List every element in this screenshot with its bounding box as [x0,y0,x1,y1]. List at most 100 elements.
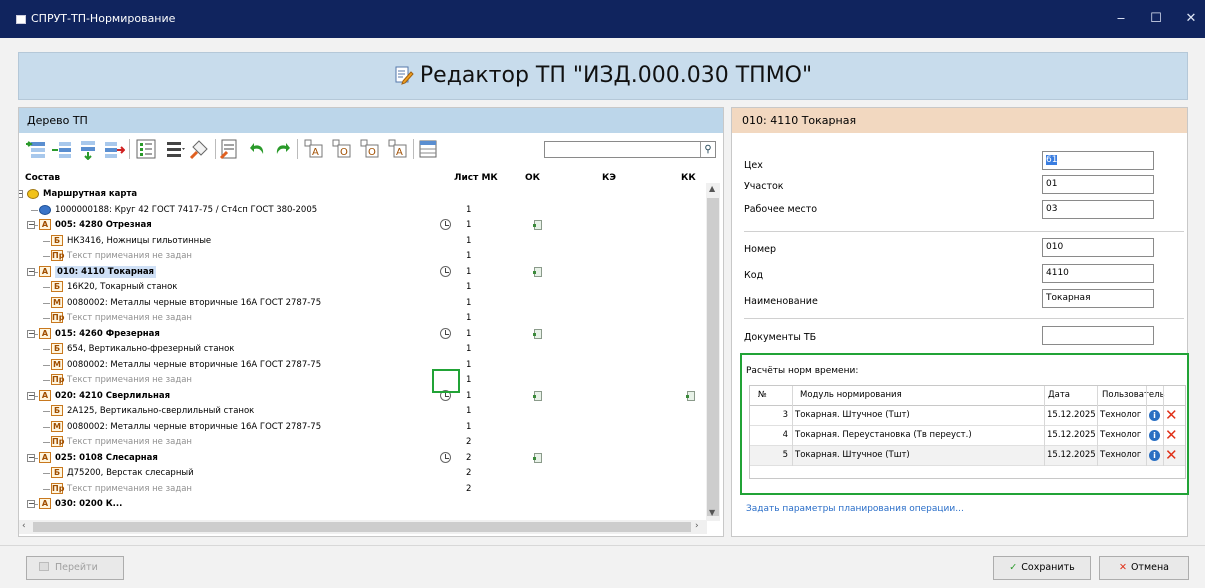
tree-row[interactable]: М 0080002: Металлы черные вторичные 16А Г… [19,358,709,371]
tree-row[interactable]: Пр Текст примечания не задан 2 [19,482,709,495]
node-type-badge-icon: М [51,296,63,308]
scroll-up-icon[interactable]: ▲ [709,184,715,193]
scroll-right-icon[interactable]: › [695,521,699,531]
collapse-toggle-icon[interactable]: − [27,267,35,276]
ok-document-icon[interactable] [533,452,542,463]
scroll-down-icon[interactable]: ▼ [709,508,715,517]
ok-document-icon[interactable] [533,220,542,230]
text-a-icon[interactable]: А [303,138,325,160]
number-field[interactable]: 010 [1042,238,1154,257]
goto-button[interactable]: Перейти [26,556,124,580]
tree-row[interactable]: М 0080002: Металлы черные вторичные 16А Г… [19,420,709,433]
cancel-button[interactable]: ✕ Отмена [1099,556,1189,580]
norm-row[interactable]: 4 Токарная. Переустановка (Тв переуст.) 15… [750,426,1185,446]
text-o2-icon[interactable]: О [359,138,381,160]
menu-dropdown-icon[interactable] [165,138,187,160]
tree-row[interactable]: 1000000188: Круг 42 ГОСТ 7417-75 / Ст4сп… [19,204,709,216]
node-type-badge-icon: Пр [51,482,65,494]
tree-row[interactable]: − А 025: 0108 Слесарная 2 [19,451,709,464]
planning-parameters-link[interactable]: Задать параметры планирования операции..… [746,504,964,514]
tree-row[interactable]: Б НК3416, Ножницы гильотинные 1 [19,234,709,247]
node-type-badge-icon: Пр [51,374,65,385]
norm-clock-icon[interactable] [440,451,451,463]
ok-document-icon[interactable] [533,328,542,339]
workplace-field[interactable]: 03 [1042,200,1154,219]
norm-row[interactable]: 3 Токарная. Штучное (Тшт) 15.12.2025 Технол… [750,406,1185,426]
info-icon[interactable]: i [1149,450,1160,461]
name-field[interactable]: Токарная [1042,289,1154,308]
tree-row[interactable]: Пр Текст примечания не задан 1 [19,312,709,324]
edit-form-icon[interactable] [219,138,241,160]
tree-row[interactable]: Пр Текст примечания не задан 1 [19,250,709,262]
delete-icon[interactable]: ✕ [1165,406,1178,425]
collapse-toggle-icon[interactable]: − [27,453,35,462]
tree-row[interactable]: Б 16К20, Токарный станок 1 [19,281,709,293]
section-field[interactable]: 01 [1042,175,1154,194]
norm-number: 4 [782,430,788,440]
scroll-left-icon[interactable]: ‹ [22,521,26,531]
ok-document-icon[interactable] [533,390,542,401]
cancel-x-icon: ✕ [1118,562,1127,573]
search-icon[interactable]: ⚲ [700,142,715,157]
editor-title: Редактор ТП "ИЗД.000.030 ТПМО" [419,63,813,88]
tree-row[interactable]: − А 030: 0200 К... [19,498,709,510]
table-settings-icon[interactable] [417,138,439,160]
node-type-badge-icon: А [39,265,51,277]
minimize-button[interactable]: ‒ [1106,9,1136,29]
tree-row[interactable]: Б 654, Вертикально-фрезерный станок 1 [19,343,709,355]
norm-clock-icon[interactable] [440,327,451,339]
tree-row[interactable]: Пр Текст примечания не задан 2 [19,436,709,448]
delete-icon[interactable]: ✕ [1165,446,1178,465]
clear-icon[interactable] [189,138,211,160]
delete-icon[interactable]: ✕ [1165,426,1178,445]
norm-clock-icon[interactable] [440,265,451,277]
maximize-button[interactable]: ☐ [1141,9,1171,29]
tree-row[interactable]: Пр Текст примечания не задан 1 [19,374,709,386]
norm-module: Токарная. Штучное (Тшт) [795,410,910,420]
tree-search-input[interactable]: ⚲ [544,141,716,158]
collapse-toggle-icon[interactable]: − [19,190,23,198]
node-type-badge-icon: Б [51,281,63,292]
tree-row[interactable]: − А 020: 4210 Сверлильная 1 [19,389,709,402]
tree-row[interactable]: − Маршрутная карта [19,188,709,200]
norm-number: 5 [782,450,788,460]
delete-node-icon[interactable] [103,138,125,160]
ok-document-icon[interactable] [533,266,542,277]
sheet-number: 2 [466,483,472,494]
tree-row-label: 005: 4280 Отрезная [55,220,152,230]
kk-document-icon[interactable] [686,390,695,401]
tree-row[interactable]: − А 015: 4260 Фрезерная 1 [19,327,709,340]
add-after-icon[interactable] [77,138,99,160]
tree-row[interactable]: Б Д75200, Верстак слесарный 2 [19,467,709,479]
text-o-icon[interactable]: О [331,138,353,160]
collapse-toggle-icon[interactable]: − [27,221,35,229]
list-view-icon[interactable] [135,138,157,160]
tree-vertical-scroll-thumb[interactable] [707,198,719,516]
node-type-badge-icon: Б [51,234,63,246]
tree-row[interactable]: − А 005: 4280 Отрезная 1 [19,219,709,231]
undo-icon[interactable] [247,138,269,160]
code-field[interactable]: 4110 [1042,264,1154,283]
tree-row[interactable]: М 0080002: Металлы черные вторичные 16А Г… [19,296,709,309]
safety-docs-field[interactable] [1042,326,1154,345]
close-button[interactable]: ✕ [1176,9,1205,29]
collapse-toggle-icon[interactable]: − [27,329,35,338]
add-child-icon[interactable] [51,138,73,160]
tree-row[interactable]: − А 010: 4110 Токарная 1 [19,265,709,278]
add-before-icon[interactable] [25,138,47,160]
info-icon[interactable]: i [1149,410,1160,421]
save-button[interactable]: ✓ Сохранить [993,556,1091,580]
info-icon[interactable]: i [1149,430,1160,441]
text-a2-icon[interactable]: А [387,138,409,160]
collapse-toggle-icon[interactable]: − [27,391,35,400]
node-type-badge-icon: Пр [51,250,65,261]
workshop-field[interactable]: 61 [1042,151,1154,170]
node-type-badge-icon: Б [51,405,63,416]
tree-row[interactable]: Б 2А125, Вертикально-сверлильный станок 1 [19,405,709,417]
norm-clock-icon[interactable] [440,219,451,230]
tree-horizontal-scroll-thumb[interactable] [33,522,691,532]
collapse-toggle-icon[interactable]: − [27,500,35,508]
goto-icon [39,562,49,571]
norm-row[interactable]: 5 Токарная. Штучное (Тшт) 15.12.2025 Технол… [750,446,1185,466]
redo-icon[interactable] [271,138,293,160]
